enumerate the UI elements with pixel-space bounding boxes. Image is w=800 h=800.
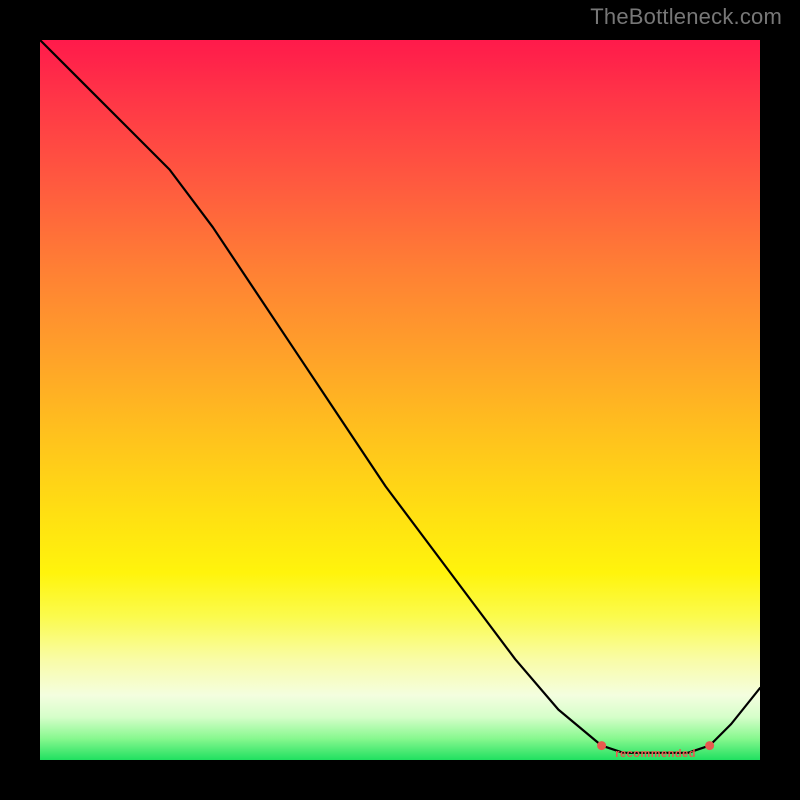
recommended-endpoint-dot <box>597 741 606 750</box>
recommended-label: recommended <box>615 748 696 760</box>
curve-path <box>40 40 760 753</box>
watermark-label: TheBottleneck.com <box>590 4 782 30</box>
plot-area: recommended <box>40 40 760 760</box>
chart-svg: recommended <box>40 40 760 760</box>
chart-frame: TheBottleneck.com recommended <box>0 0 800 800</box>
recommended-endpoint-dot <box>705 741 714 750</box>
